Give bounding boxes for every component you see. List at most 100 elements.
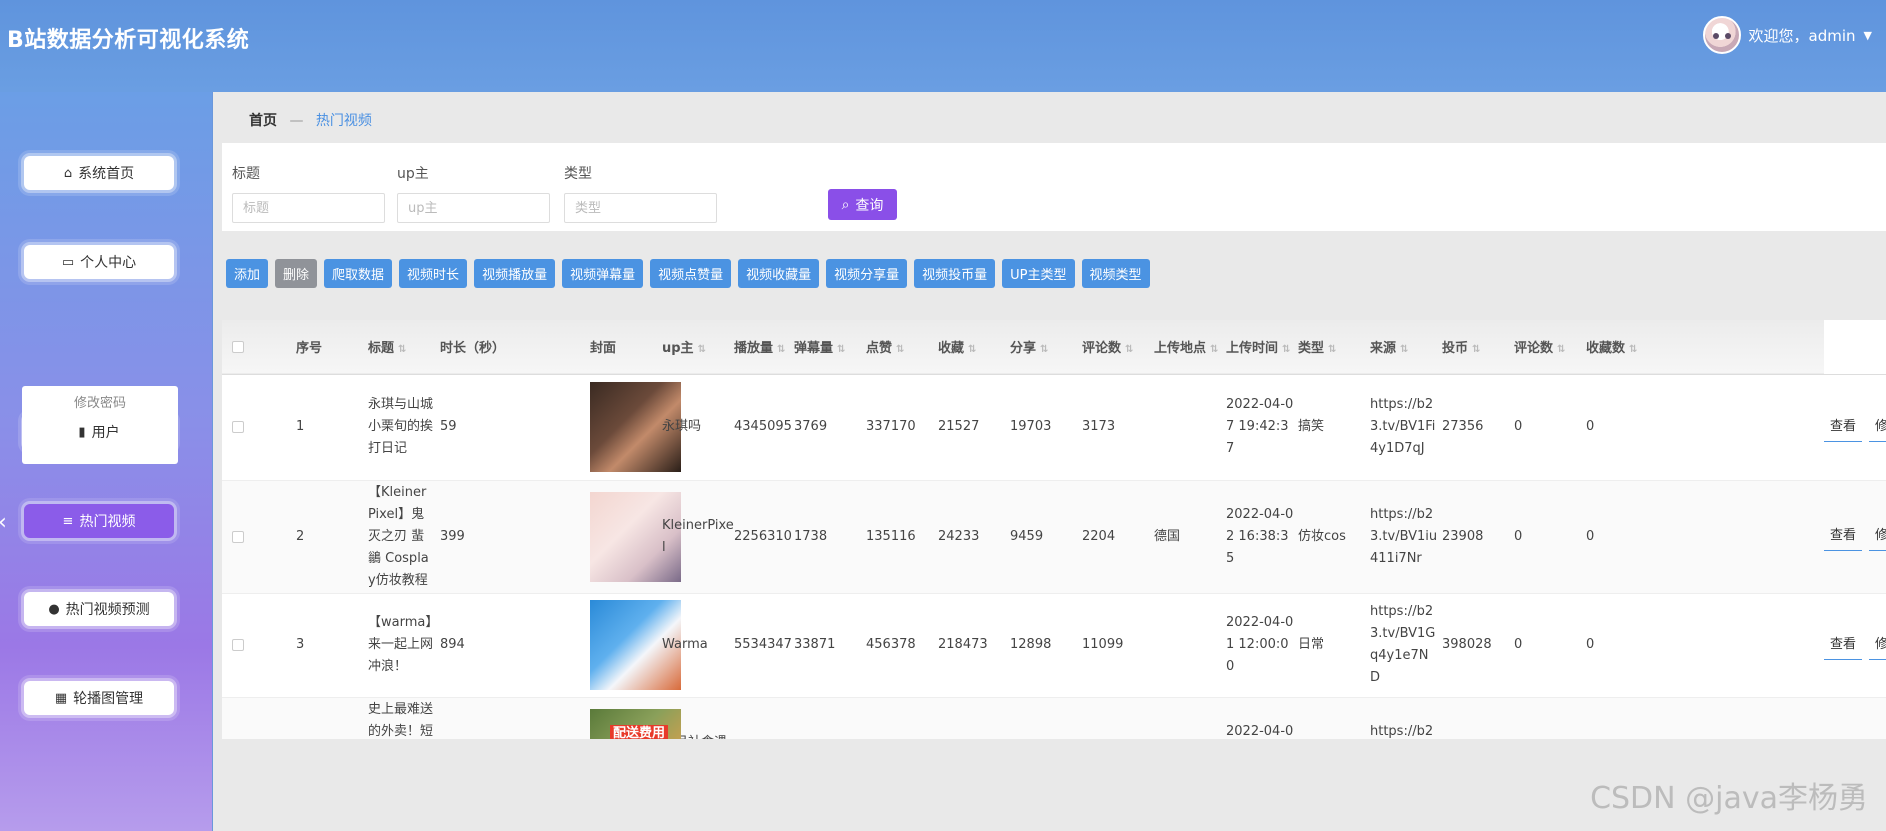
field-label: 类型 [564, 166, 592, 182]
breadcrumb-home[interactable]: 首页 [249, 113, 277, 129]
table-row: 4史上最难送的外卖！短短500米，我却花了整整3小时！1000配送费用半条命配送… [222, 697, 1886, 739]
column-header[interactable]: 上传地点 ⇅ [1154, 320, 1226, 374]
cell-location [1154, 374, 1226, 480]
crawl-data-button[interactable]: 爬取数据 [324, 259, 393, 288]
column-header[interactable]: 收藏数 ⇅ [1586, 320, 1824, 374]
search-icon: ⌕ [841, 196, 850, 213]
field-label: up主 [397, 166, 429, 182]
sidebar-item-label: 热门视频预测 [65, 602, 150, 618]
sort-icon: ⇅ [1328, 344, 1337, 356]
user-menu[interactable]: 欢迎您，admin ▼ [1702, 16, 1872, 54]
cell-comment: 2204 [1082, 528, 1116, 544]
up-type-button[interactable]: UP主类型 [1002, 259, 1075, 288]
sidebar-item-personal-center[interactable]: ▭ 个人中心 [24, 245, 174, 279]
sort-icon: ⇅ [777, 344, 786, 356]
avatar[interactable] [1702, 16, 1741, 54]
query-button[interactable]: ⌕ 查询 [828, 189, 897, 220]
home-icon: ⌂ [63, 165, 73, 181]
sort-icon: ⇅ [1040, 344, 1049, 356]
cell-source[interactable]: https://b23.tv/BV1iu411i7Nr [1370, 480, 1442, 593]
video-danmu-button[interactable]: 视频弹幕量 [562, 259, 644, 288]
video-duration-button[interactable]: 视频时长 [399, 259, 468, 288]
column-header[interactable]: 点赞 ⇅ [866, 320, 938, 374]
collapse-arrow-icon[interactable]: ‹ [0, 510, 7, 535]
cell-duration: 894 [440, 637, 465, 652]
field-label: 标题 [232, 166, 260, 182]
column-header[interactable]: 弹幕量 ⇅ [794, 320, 866, 374]
column-header[interactable]: 播放量 ⇅ [734, 320, 794, 374]
cell-like: 337170 [866, 419, 916, 434]
cell-title: 史上最难送的外卖！短短500米，我却花了整整3小时！ [368, 702, 434, 739]
query-label: 查询 [855, 197, 884, 214]
cell-like: 336863 [866, 697, 938, 739]
sidebar-item-home[interactable]: ⌂ 系统首页 [24, 156, 174, 190]
sidebar-item-users[interactable]: ▮ 用户 [24, 415, 174, 449]
cell-title: 永琪与山城小栗旬的挨打日记 [368, 397, 434, 456]
app-title: B站数据分析可视化系统 [7, 28, 250, 53]
cell-coin: 23908 [1442, 528, 1484, 544]
sort-icon: ⇅ [837, 344, 846, 356]
video-type-button[interactable]: 视频类型 [1081, 259, 1150, 288]
delete-button[interactable]: 删除 [275, 259, 318, 288]
column-header[interactable]: 标题 ⇅ [368, 320, 440, 374]
sidebar-item-carousel[interactable]: ▦ 轮播图管理 [24, 681, 174, 715]
type-input[interactable] [564, 193, 717, 223]
sidebar: ⌂ 系统首页 ▭ 个人中心 修改密码 个人信息 ▮ 用户 ≡ 热门视频 ● 热门… [0, 92, 212, 831]
row-checkbox[interactable] [232, 421, 244, 433]
title-input[interactable] [232, 193, 385, 223]
cell-comment-count: 0 [1514, 637, 1523, 652]
video-fav-button[interactable]: 视频收藏量 [738, 259, 820, 288]
row-checkbox[interactable] [232, 639, 244, 651]
up-filter: up主 [397, 163, 550, 223]
edit-button[interactable]: 修改 [1869, 522, 1886, 551]
cell-up: KleinerPixel [662, 517, 734, 555]
column-header[interactable]: 投币 ⇅ [1442, 320, 1514, 374]
column-header[interactable]: 来源 ⇅ [1370, 320, 1442, 374]
table-row: 1 永琪与山城小栗旬的挨打日记 59 永琪吗 4345095 3769 337170 2152… [222, 374, 1886, 480]
sidebar-item-label: 热门视频 [79, 514, 136, 530]
sort-icon: ⇅ [1472, 344, 1481, 356]
column-header[interactable]: up主 ⇅ [662, 320, 734, 374]
row-checkbox[interactable] [232, 530, 244, 543]
cell-source[interactable]: https://b23.tv/BV1Gq4y1e7ND [1370, 593, 1442, 697]
up-input[interactable] [397, 193, 550, 223]
video-coin-button[interactable]: 视频投币量 [914, 259, 996, 288]
cell-location: 德国 [1154, 528, 1181, 544]
sort-icon: ⇅ [1629, 344, 1638, 356]
video-share-button[interactable]: 视频分享量 [826, 259, 908, 288]
add-button[interactable]: 添加 [226, 259, 269, 288]
sidebar-item-hot-videos[interactable]: ≡ 热门视频 [24, 504, 174, 538]
select-all-checkbox[interactable] [232, 340, 244, 353]
column-header[interactable]: 评论数 ⇅ [1082, 320, 1154, 374]
cell-no: 2 [296, 528, 305, 544]
column-header[interactable]: 分享 ⇅ [1010, 320, 1082, 374]
column-header[interactable]: 上传时间 ⇅ [1226, 320, 1298, 374]
cell-source[interactable]: https://b23.tv/BV1jL4y1j7rL [1370, 697, 1442, 739]
video-cover-image: 配送费用半条命配送距离: 5 [590, 709, 681, 739]
calendar-icon: ▭ [61, 254, 75, 270]
edit-button[interactable]: 修改 [1869, 631, 1886, 660]
watermark: CSDN @java李杨勇 [1590, 781, 1868, 816]
column-header[interactable]: 收藏 ⇅ [938, 320, 1010, 374]
cell-share: 19703 [1010, 419, 1052, 434]
cell-type: 日常 [1298, 637, 1325, 652]
view-button[interactable]: 查看 [1824, 522, 1863, 551]
sort-icon: ⇅ [398, 344, 407, 356]
cell-source[interactable]: https://b23.tv/BV1Fi4y1D7qJ [1370, 374, 1442, 480]
sidebar-item-hot-video-prediction[interactable]: ● 热门视频预测 [24, 592, 174, 626]
edit-button[interactable]: 修改 [1869, 413, 1886, 442]
chevron-down-icon[interactable]: ▼ [1864, 29, 1872, 42]
view-button[interactable]: 查看 [1824, 631, 1863, 660]
title-filter: 标题 [232, 163, 385, 223]
video-like-button[interactable]: 视频点赞量 [650, 259, 732, 288]
cell-time: 2022-04-02 16:38:35 [1226, 506, 1294, 566]
cell-coin: 293612 [1442, 697, 1514, 739]
cell-comment: 3173 [1082, 419, 1116, 434]
view-button[interactable]: 查看 [1824, 413, 1863, 442]
column-header[interactable]: 评论数 ⇅ [1514, 320, 1586, 374]
breadcrumb-current: 热门视频 [315, 113, 372, 129]
top-header: B站数据分析可视化系统 欢迎您，admin ▼ [0, 0, 1886, 92]
search-panel: 标题 up主 类型 [222, 143, 1886, 231]
video-play-button[interactable]: 视频播放量 [474, 259, 556, 288]
column-header[interactable]: 类型 ⇅ [1298, 320, 1370, 374]
